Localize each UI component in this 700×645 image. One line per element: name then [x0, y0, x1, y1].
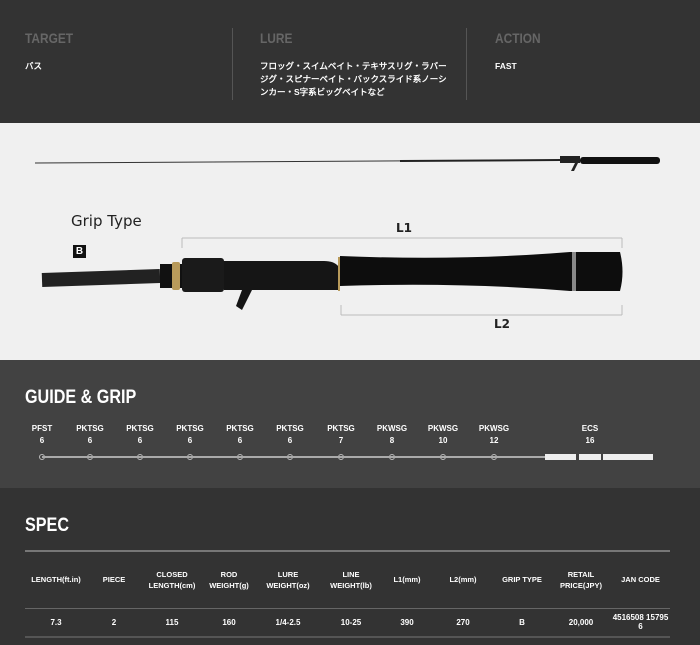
grip-type-badge: B	[73, 245, 86, 258]
grip-bar	[545, 454, 576, 460]
lure-label: LURE	[260, 30, 293, 46]
rod-image-section	[0, 123, 700, 360]
table-row: 7.3 2 115 160 1/4-2.5 10-25 390 270 B 20,000 45165…	[25, 608, 670, 638]
guide-name: PKWSG	[478, 424, 510, 433]
info-section: TARGET バス LURE フロッグ・スイムベイト・テキサスリグ・ラバージグ・…	[0, 0, 700, 123]
guide-size: 6	[137, 436, 143, 445]
grip-bar	[603, 454, 653, 460]
column-header: JAN CODE	[611, 550, 670, 609]
guide-size: 12	[489, 436, 499, 445]
guide-name: PKTSG	[276, 424, 304, 433]
column-header: RETAIL PRICE(JPY)	[551, 550, 611, 609]
guide-label: PKTSG 6	[70, 423, 110, 447]
guide-name: PKTSG	[176, 424, 204, 433]
column-header: LENGTH(ft.in)	[25, 550, 87, 609]
guide-label: PKWSG 10	[423, 423, 463, 447]
guide-label: PKTSG 6	[170, 423, 210, 447]
divider	[232, 28, 233, 100]
lure-column: LURE フロッグ・スイムベイト・テキサスリグ・ラバージグ・スピナーベイト・バッ…	[260, 30, 450, 99]
guide-label: PKTSG 6	[120, 423, 160, 447]
table-cell: 115	[141, 608, 203, 638]
reel-seat-label: ECS 16	[570, 423, 610, 447]
action-column: ACTION FAST	[495, 30, 685, 73]
column-header: PIECE	[87, 550, 141, 609]
table-cell: 160	[203, 608, 255, 638]
guide-size: 6	[237, 436, 243, 445]
column-header: LURE WEIGHT(oz)	[255, 550, 321, 609]
grip-type-title: Grip Type	[71, 212, 142, 230]
guide-label: PKTSG 6	[270, 423, 310, 447]
guide-name: PKWSG	[427, 424, 459, 433]
table-cell: 10-25	[321, 608, 381, 638]
column-header: CLOSED LENGTH(cm)	[141, 550, 203, 609]
guide-name: PFST	[31, 424, 53, 433]
table-cell: 20,000	[551, 608, 611, 638]
guide-name: PKTSG	[76, 424, 104, 433]
guide-name: PKTSG	[226, 424, 254, 433]
guide-label: PKWSG 8	[372, 423, 412, 447]
l2-label: L2	[494, 317, 510, 331]
table-cell: 2	[87, 608, 141, 638]
guide-label: PKTSG 7	[321, 423, 361, 447]
guide-size: 6	[187, 436, 193, 445]
guide-label: PKTSG 6	[220, 423, 260, 447]
guide-size: 7	[338, 436, 344, 445]
target-label: TARGET	[25, 30, 74, 46]
target-value: バス	[25, 61, 43, 71]
table-cell: 4516508 15795 6	[611, 608, 670, 638]
seat-name: ECS	[581, 424, 599, 433]
guide-label: PKWSG 12	[474, 423, 514, 447]
action-value: FAST	[495, 61, 517, 71]
table-cell: B	[493, 608, 551, 638]
guide-name: PKWSG	[376, 424, 408, 433]
lure-value: フロッグ・スイムベイト・テキサスリグ・ラバージグ・スピナーベイト・バックスライド…	[260, 61, 447, 97]
guide-size: 6	[287, 436, 293, 445]
table-cell: 270	[433, 608, 493, 638]
guide-line	[42, 456, 545, 458]
seat-size: 16	[585, 436, 595, 445]
spec-table: LENGTH(ft.in) PIECE CLOSED LENGTH(cm) ROD W…	[25, 550, 670, 638]
divider	[466, 28, 467, 100]
column-header: LINE WEIGHT(lb)	[321, 550, 381, 609]
column-header: L1(mm)	[381, 550, 433, 609]
guide-size: 10	[438, 436, 448, 445]
column-header: ROD WEIGHT(g)	[203, 550, 255, 609]
spec-title: SPEC	[25, 515, 69, 536]
target-column: TARGET バス	[25, 30, 215, 73]
guide-size: 6	[39, 436, 45, 445]
column-header: GRIP TYPE	[493, 550, 551, 609]
rod-illustration	[34, 156, 660, 316]
guide-size: 6	[87, 436, 93, 445]
column-header: L2(mm)	[433, 550, 493, 609]
table-cell: 390	[381, 608, 433, 638]
guide-name: PKTSG	[126, 424, 154, 433]
guide-grip-title: GUIDE & GRIP	[25, 387, 137, 408]
l1-label: L1	[396, 221, 412, 235]
grip-bar	[579, 454, 601, 460]
guide-name: PKTSG	[327, 424, 355, 433]
table-cell: 7.3	[25, 608, 87, 638]
table-cell: 1/4-2.5	[255, 608, 321, 638]
action-label: ACTION	[495, 30, 541, 46]
guide-label: PFST 6	[22, 423, 62, 447]
guide-size: 8	[389, 436, 395, 445]
